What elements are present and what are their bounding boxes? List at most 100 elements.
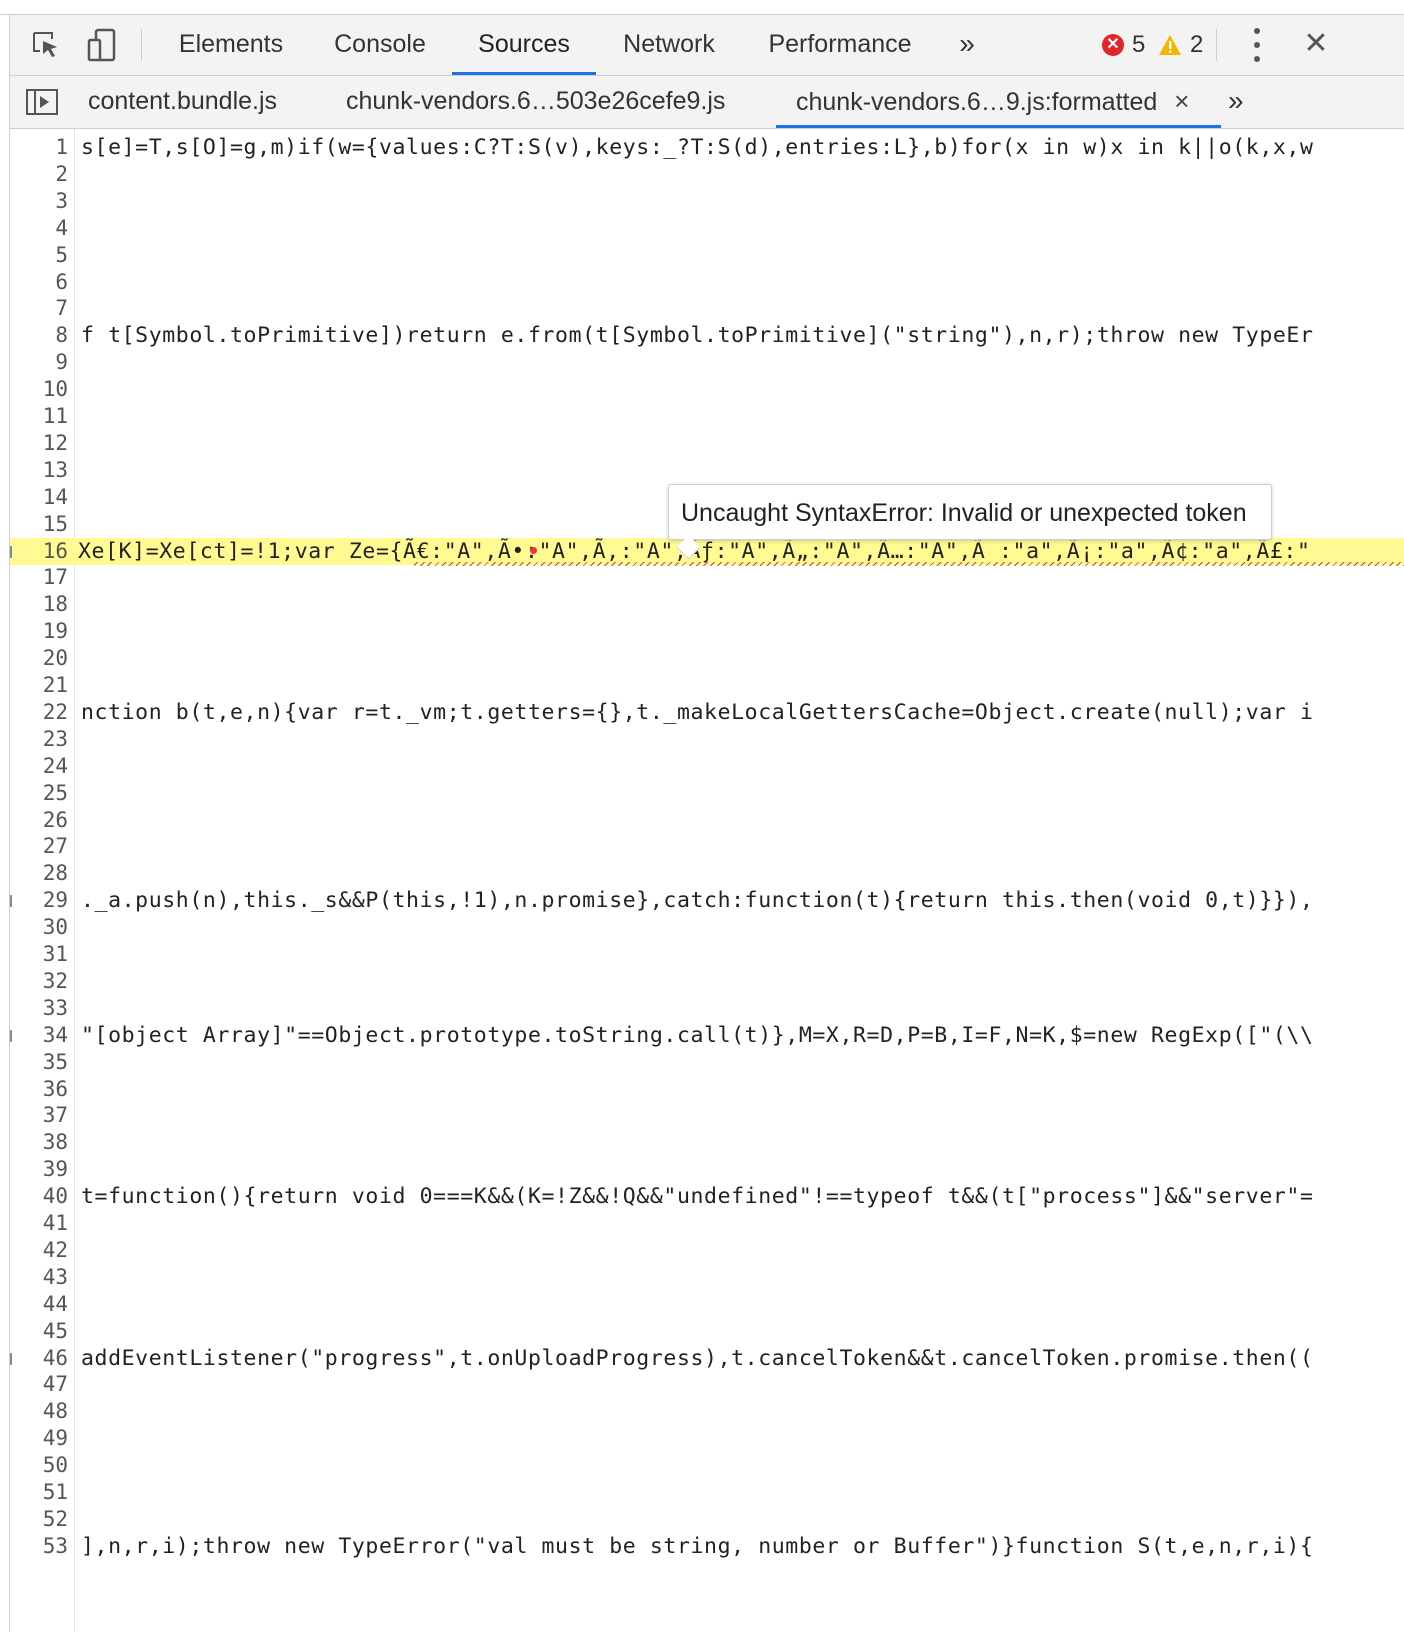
code-line[interactable]: 51: [10, 1479, 1404, 1506]
file-tab-chunk-vendors-formatted[interactable]: chunk-vendors.6…9.js:formatted ×: [775, 76, 1222, 128]
code-line[interactable]: 2: [10, 161, 1404, 188]
warning-counter[interactable]: 2: [1158, 29, 1203, 61]
code-line[interactable]: 45: [10, 1318, 1404, 1345]
line-number[interactable]: 1: [10, 134, 68, 161]
line-number[interactable]: 21: [10, 672, 68, 699]
code-line[interactable]: 36: [10, 1076, 1404, 1103]
code-line[interactable]: 4: [10, 215, 1404, 242]
line-number[interactable]: 39: [10, 1156, 68, 1183]
code-editor[interactable]: 1 s[e]=T,s[O]=g,m)if(w={values:C?T:S(v),k…: [10, 129, 1404, 1632]
line-number[interactable]: 6: [10, 269, 68, 296]
line-number[interactable]: 35: [10, 1049, 68, 1076]
line-number[interactable]: 34: [10, 1022, 68, 1049]
close-icon[interactable]: ✕: [1298, 15, 1334, 75]
code-line-error[interactable]: 16 Xe[K]=Xe[ct]=!1;var Ze={Ã€:"A",Ã•:"A",…: [10, 537, 1404, 566]
close-tab-icon[interactable]: ×: [1174, 86, 1189, 116]
file-tab-content-bundle[interactable]: content.bundle.js: [88, 76, 277, 128]
line-number[interactable]: 24: [10, 753, 68, 780]
code-line[interactable]: 37: [10, 1102, 1404, 1129]
code-line[interactable]: 5: [10, 242, 1404, 269]
line-number[interactable]: 42: [10, 1237, 68, 1264]
line-number[interactable]: 51: [10, 1479, 68, 1506]
code-line[interactable]: 3: [10, 188, 1404, 215]
device-toolbar-icon[interactable]: [82, 25, 122, 65]
line-number[interactable]: 8: [10, 322, 68, 349]
code-line[interactable]: 38: [10, 1129, 1404, 1156]
tab-elements[interactable]: Elements: [170, 15, 292, 75]
line-number[interactable]: 17: [10, 564, 68, 591]
file-tab-chunk-vendors[interactable]: chunk-vendors.6…503e26cefe9.js: [346, 76, 725, 128]
code-line[interactable]: 6: [10, 269, 1404, 296]
code-line[interactable]: 20: [10, 645, 1404, 672]
line-number[interactable]: 46: [10, 1345, 68, 1372]
code-line[interactable]: 30: [10, 914, 1404, 941]
line-number[interactable]: 19: [10, 618, 68, 645]
code-line[interactable]: 29 ._a.push(n),this._s&&P(this,!1),n.prom…: [10, 887, 1404, 914]
tab-sources[interactable]: Sources: [452, 15, 596, 75]
code-line[interactable]: 46 addEventListener("progress",t.onUpload…: [10, 1345, 1404, 1372]
more-tabs-icon[interactable]: »: [952, 15, 982, 75]
line-number[interactable]: 40: [10, 1183, 68, 1210]
more-options-icon[interactable]: [1252, 28, 1262, 62]
code-line[interactable]: 44: [10, 1291, 1404, 1318]
code-line[interactable]: 40 t=function(){return void 0===K&&(K=!Z&…: [10, 1183, 1404, 1210]
tab-network[interactable]: Network: [614, 15, 724, 75]
code-line[interactable]: 32: [10, 968, 1404, 995]
code-line[interactable]: 23: [10, 726, 1404, 753]
line-number[interactable]: 10: [10, 376, 68, 403]
line-number[interactable]: 43: [10, 1264, 68, 1291]
code-line[interactable]: 52: [10, 1506, 1404, 1533]
code-line[interactable]: 27: [10, 833, 1404, 860]
line-number[interactable]: 37: [10, 1102, 68, 1129]
code-line[interactable]: 19: [10, 618, 1404, 645]
code-line[interactable]: 21: [10, 672, 1404, 699]
line-number[interactable]: 4: [10, 215, 68, 242]
code-line[interactable]: 9: [10, 349, 1404, 376]
code-line[interactable]: 35: [10, 1049, 1404, 1076]
line-number[interactable]: 50: [10, 1452, 68, 1479]
code-line[interactable]: 53],n,r,i);throw new TypeError("val must…: [10, 1533, 1404, 1560]
line-number[interactable]: 16: [10, 538, 68, 565]
line-number[interactable]: 14: [10, 484, 68, 511]
code-line[interactable]: 26: [10, 807, 1404, 834]
line-number[interactable]: 49: [10, 1425, 68, 1452]
line-number[interactable]: 13: [10, 457, 68, 484]
line-number[interactable]: 29: [10, 887, 68, 914]
line-number[interactable]: 26: [10, 807, 68, 834]
code-line[interactable]: 1 s[e]=T,s[O]=g,m)if(w={values:C?T:S(v),k…: [10, 134, 1404, 161]
inspect-element-icon[interactable]: [26, 25, 66, 65]
line-number[interactable]: 22: [10, 699, 68, 726]
line-number[interactable]: 11: [10, 403, 68, 430]
code-line[interactable]: 25: [10, 780, 1404, 807]
code-line[interactable]: 50: [10, 1452, 1404, 1479]
toggle-navigator-icon[interactable]: [22, 82, 62, 122]
line-number[interactable]: 23: [10, 726, 68, 753]
line-number[interactable]: 28: [10, 860, 68, 887]
code-line[interactable]: 24: [10, 753, 1404, 780]
tab-performance[interactable]: Performance: [760, 15, 920, 75]
code-line[interactable]: 47: [10, 1371, 1404, 1398]
code-line[interactable]: 39: [10, 1156, 1404, 1183]
line-number[interactable]: 25: [10, 780, 68, 807]
line-number[interactable]: 9: [10, 349, 68, 376]
line-number[interactable]: 48: [10, 1398, 68, 1425]
line-number[interactable]: 15: [10, 511, 68, 538]
code-line[interactable]: 48: [10, 1398, 1404, 1425]
line-number[interactable]: 2: [10, 161, 68, 188]
line-number[interactable]: 52: [10, 1506, 68, 1533]
code-line[interactable]: 28: [10, 860, 1404, 887]
line-number[interactable]: 7: [10, 295, 68, 322]
line-number[interactable]: 12: [10, 430, 68, 457]
code-line[interactable]: 11: [10, 403, 1404, 430]
line-number[interactable]: 33: [10, 995, 68, 1022]
tab-console[interactable]: Console: [326, 15, 434, 75]
line-number[interactable]: 31: [10, 941, 68, 968]
code-line[interactable]: 8 f t[Symbol.toPrimitive])return e.from(t…: [10, 322, 1404, 349]
code-line[interactable]: 10: [10, 376, 1404, 403]
line-number[interactable]: 27: [10, 833, 68, 860]
line-number[interactable]: 44: [10, 1291, 68, 1318]
code-line[interactable]: 12: [10, 430, 1404, 457]
code-line[interactable]: 7: [10, 295, 1404, 322]
code-line[interactable]: 18: [10, 591, 1404, 618]
more-files-icon[interactable]: »: [1228, 76, 1244, 128]
